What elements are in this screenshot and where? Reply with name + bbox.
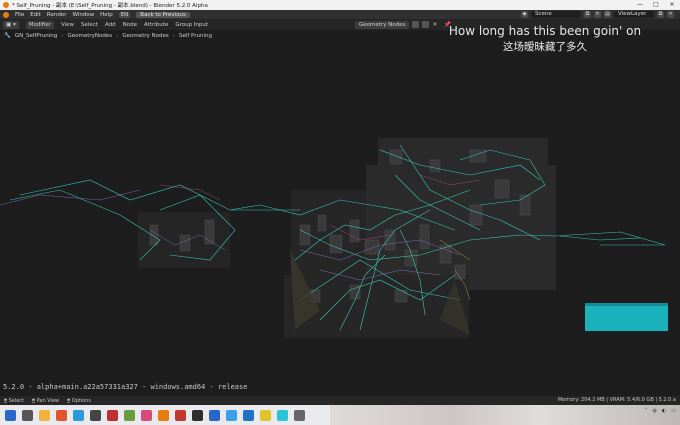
node [329, 234, 343, 254]
background-photo [330, 405, 680, 425]
menu-file[interactable]: File [15, 12, 24, 18]
chevron-right-icon: › [61, 33, 64, 39]
app-icon[interactable] [294, 409, 305, 421]
breadcrumb: 🔧 GN_SelfPruning › GeometryNodes › Geome… [4, 33, 212, 39]
menu-bar: File Edit Render Window Help EN Back to … [0, 10, 680, 19]
maximize-button[interactable]: □ [648, 0, 664, 10]
duplicate-icon[interactable] [422, 21, 430, 28]
menu-edit[interactable]: Edit [30, 12, 41, 18]
breadcrumb-item[interactable]: GeometryNodes [68, 33, 113, 39]
delete-layer-icon[interactable]: ✕ [667, 11, 674, 18]
node [419, 224, 430, 250]
node [364, 239, 380, 255]
menu-render[interactable]: Render [47, 12, 67, 18]
node [494, 179, 510, 199]
menu-attribute[interactable]: Attribute [144, 22, 168, 28]
frame-panel [585, 303, 668, 331]
chevron-right-icon: › [116, 33, 119, 39]
node [469, 204, 483, 226]
browser-icon[interactable] [56, 409, 67, 421]
status-pan-view: 🖱 Pan View [32, 397, 60, 404]
subtitle-overlay: How long has this been goin' on 这场暧昧藏了多久 [430, 24, 660, 54]
app-icon[interactable] [243, 409, 254, 421]
node-group-name-field[interactable]: Geometry Nodes [355, 20, 410, 29]
node [299, 224, 311, 246]
taskbar: ˄ ◍ ◐ ▭ [0, 405, 680, 425]
chevron-up-icon[interactable]: ˄ [645, 408, 648, 414]
subtitle-english: How long has this been goin' on [448, 24, 642, 38]
window-title: * Self_Pruning - 副本 (E:\Self_Pruning - 副… [12, 3, 208, 9]
scene-icon: ◆ [521, 11, 528, 18]
app-icon[interactable] [158, 409, 169, 421]
version-text: 5.2.0 - alpha+main.a22a57331a327 - windo… [3, 383, 248, 391]
title-bar: * Self_Pruning - 副本 (E:\Self_Pruning - 副… [0, 0, 680, 10]
app-icon[interactable] [124, 409, 135, 421]
app-icon[interactable] [277, 409, 288, 421]
menu-select[interactable]: Select [81, 22, 98, 28]
breadcrumb-item[interactable]: GN_SelfPruning [15, 33, 57, 39]
scene-field[interactable]: Scene [531, 11, 581, 18]
node-canvas[interactable] [0, 42, 680, 387]
app-icon[interactable] [209, 409, 220, 421]
node [429, 159, 441, 173]
app-icon[interactable] [226, 409, 237, 421]
blender-logo-icon [3, 2, 9, 8]
status-options: 🖱 Options [67, 397, 91, 404]
menu-view[interactable]: View [61, 22, 74, 28]
node [384, 229, 396, 251]
start-icon[interactable] [5, 409, 16, 421]
status-bar: 🖱 Select 🖱 Pan View 🖱 Options Memory: 20… [0, 396, 680, 405]
subtitle-chinese: 这场暧昧藏了多久 [503, 41, 587, 53]
node [439, 244, 452, 264]
app-icon[interactable] [175, 409, 186, 421]
modifier-dropdown[interactable]: Modifier [25, 20, 54, 29]
app-icon[interactable] [141, 409, 152, 421]
volume-icon[interactable]: ◐ [662, 408, 666, 414]
view-layer-field[interactable]: ViewLayer [614, 11, 654, 18]
network-icon[interactable]: ◍ [653, 408, 657, 414]
menu-window[interactable]: Window [72, 12, 94, 18]
app-icon[interactable] [192, 409, 203, 421]
scene-selector-area: ◆ Scene ⧉ ✕ ▤ ViewLayer ⧉ ✕ [521, 11, 674, 18]
frame-panel [378, 138, 548, 183]
node [149, 224, 159, 246]
node [317, 214, 327, 232]
delete-scene-icon[interactable]: ✕ [594, 11, 601, 18]
window-controls: — □ ✕ [632, 0, 680, 10]
close-button[interactable]: ✕ [664, 0, 680, 10]
search-icon[interactable] [22, 409, 33, 421]
system-tray: ˄ ◍ ◐ ▭ [645, 408, 676, 414]
back-to-previous-button[interactable]: Back to Previous [136, 11, 190, 18]
view-layer-icon: ▤ [604, 11, 611, 18]
minimize-button[interactable]: — [632, 0, 648, 10]
editor-type-dropdown[interactable]: ▣ ▾ [3, 20, 19, 29]
node [179, 234, 191, 252]
blender-icon[interactable] [73, 409, 84, 421]
language-toggle[interactable]: EN [118, 11, 131, 18]
status-select: 🖱 Select [4, 397, 25, 404]
frame-panel [585, 303, 668, 306]
modifier-icon: 🔧 [4, 33, 11, 39]
blender-menu-icon[interactable] [3, 11, 9, 18]
node [389, 149, 403, 165]
memory-stats: Memory: 204.2 MB | VRAM: 5.4/6.0 GB | 5.… [557, 397, 676, 403]
node [394, 289, 408, 303]
menu-group-input[interactable]: Group Input [175, 22, 208, 28]
app-icon[interactable] [107, 409, 118, 421]
chevron-right-icon: › [172, 33, 175, 39]
app-icon[interactable] [260, 409, 271, 421]
breadcrumb-item[interactable]: Self Pruning [179, 33, 212, 39]
breadcrumb-item[interactable]: Geometry Nodes [122, 33, 168, 39]
app-icon[interactable] [90, 409, 101, 421]
node [204, 219, 215, 245]
menu-add[interactable]: Add [105, 22, 116, 28]
files-icon[interactable] [39, 409, 50, 421]
battery-icon[interactable]: ▭ [671, 408, 676, 414]
new-scene-icon[interactable]: ⧉ [584, 11, 591, 18]
fake-user-icon[interactable] [412, 21, 420, 28]
menu-node[interactable]: Node [123, 22, 137, 28]
node [519, 194, 531, 216]
new-layer-icon[interactable]: ⧉ [657, 11, 664, 18]
menu-help[interactable]: Help [100, 12, 113, 18]
